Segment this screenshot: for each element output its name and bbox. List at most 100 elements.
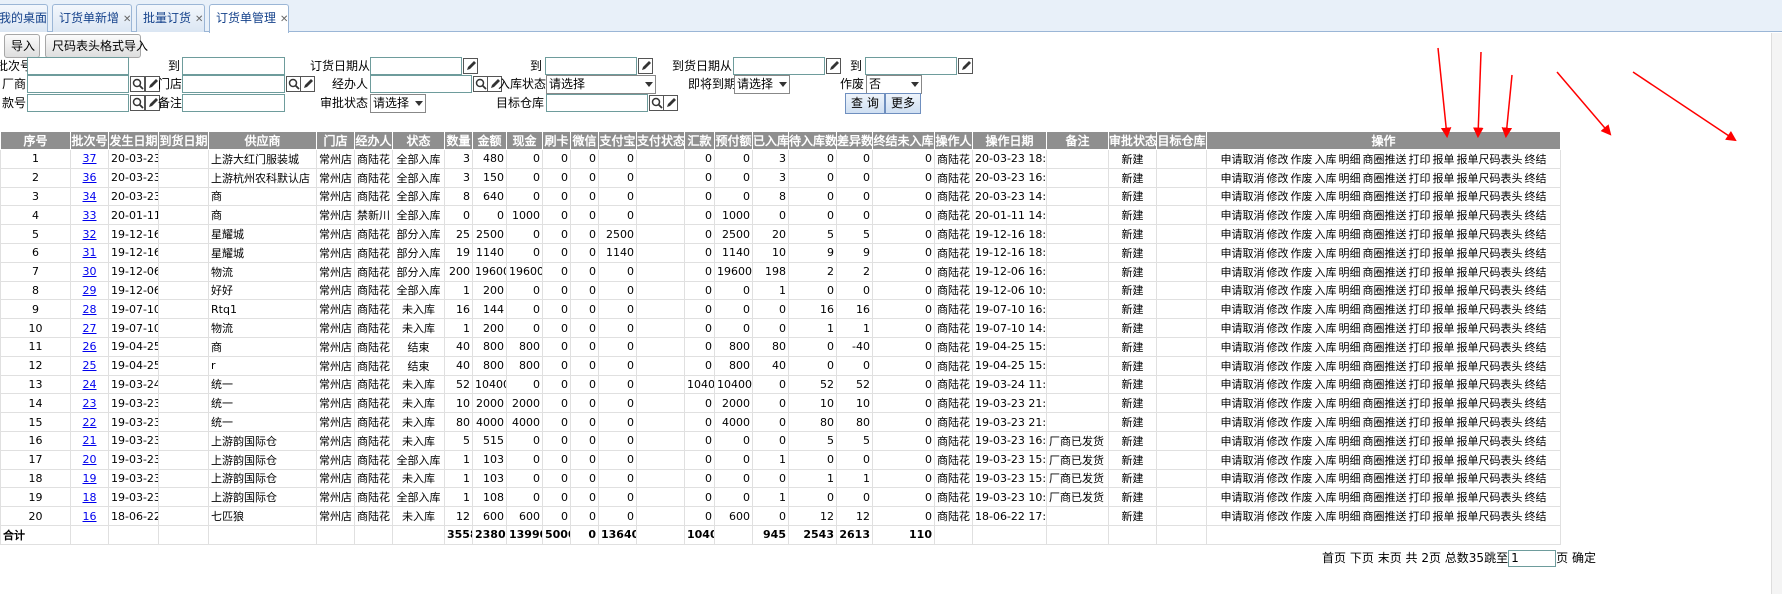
row-action-7[interactable]: 报单 [1433, 322, 1455, 335]
row-action-7[interactable]: 报单 [1433, 341, 1455, 354]
row-action-6[interactable]: 打印 [1409, 435, 1431, 448]
row-action-6[interactable]: 打印 [1409, 378, 1431, 391]
row-action-8[interactable]: 报单尺码表头 [1457, 322, 1523, 335]
search-icon[interactable] [130, 76, 145, 92]
row-action-1[interactable]: 修改 [1267, 190, 1289, 203]
row-action-7[interactable]: 报单 [1433, 247, 1455, 260]
row-action-5[interactable]: 商圈推送 [1363, 284, 1407, 297]
row-action-4[interactable]: 明细 [1339, 472, 1361, 485]
row-action-0[interactable]: 申请取消 [1221, 491, 1265, 504]
row-action-3[interactable]: 入库 [1315, 454, 1337, 467]
row-action-2[interactable]: 作废 [1291, 454, 1313, 467]
tab-batch-order[interactable]: 批量订货 ✕ [136, 4, 205, 32]
table-row[interactable]: 12 25 19-04-25 r 常州店 商陆花 结束 40 800 800 0 0 0 0 800 40 0 0… [0, 355, 1561, 376]
target-wh-input[interactable] [546, 94, 648, 112]
row-action-1[interactable]: 修改 [1267, 416, 1289, 429]
confirm-button[interactable]: 确定 [1572, 551, 1596, 565]
in-status-select[interactable]: 请选择 [546, 75, 656, 94]
row-action-8[interactable]: 报单尺码表头 [1457, 472, 1523, 485]
row-action-3[interactable]: 入库 [1315, 190, 1337, 203]
row-action-1[interactable]: 修改 [1267, 153, 1289, 166]
row-action-0[interactable]: 申请取消 [1221, 303, 1265, 316]
row-action-9[interactable]: 终结 [1525, 416, 1547, 429]
row-action-3[interactable]: 入库 [1315, 303, 1337, 316]
row-action-9[interactable]: 终结 [1525, 341, 1547, 354]
size-header-import-button[interactable]: 尺码表头格式导入 [45, 34, 148, 58]
batch-no-link[interactable]: 29 [83, 284, 97, 297]
row-action-1[interactable]: 修改 [1267, 322, 1289, 335]
row-action-3[interactable]: 入库 [1315, 472, 1337, 485]
row-action-7[interactable]: 报单 [1433, 284, 1455, 297]
tab-order-manage[interactable]: 订货单管理 ✕ [209, 4, 289, 33]
row-action-2[interactable]: 作废 [1291, 190, 1313, 203]
row-action-2[interactable]: 作废 [1291, 266, 1313, 279]
row-action-9[interactable]: 终结 [1525, 247, 1547, 260]
batch-no-link[interactable]: 32 [83, 228, 97, 241]
row-action-7[interactable]: 报单 [1433, 228, 1455, 241]
close-icon[interactable]: ✕ [280, 14, 288, 25]
row-action-9[interactable]: 终结 [1525, 266, 1547, 279]
row-action-8[interactable]: 报单尺码表头 [1457, 153, 1523, 166]
row-action-5[interactable]: 商圈推送 [1363, 247, 1407, 260]
table-row[interactable]: 20 16 18-06-22 七匹狼 常州店 商陆花 未入库 12 600 600 0 0 0 0 600 0… [0, 506, 1561, 526]
row-action-4[interactable]: 明细 [1339, 491, 1361, 504]
batch-no-link[interactable]: 23 [83, 397, 97, 410]
row-action-0[interactable]: 申请取消 [1221, 454, 1265, 467]
row-action-6[interactable]: 打印 [1409, 190, 1431, 203]
row-action-8[interactable]: 报单尺码表头 [1457, 266, 1523, 279]
row-action-0[interactable]: 申请取消 [1221, 190, 1265, 203]
row-action-3[interactable]: 入库 [1315, 360, 1337, 373]
row-action-9[interactable]: 终结 [1525, 510, 1547, 523]
row-action-9[interactable]: 终结 [1525, 209, 1547, 222]
table-row[interactable]: 17 20 19-03-23 上游韵国际仓 常州店 商陆花 全部入库 1 103 0 0 0 0 0 0 1 0… [0, 449, 1561, 470]
row-action-9[interactable]: 终结 [1525, 228, 1547, 241]
row-action-1[interactable]: 修改 [1267, 209, 1289, 222]
row-action-4[interactable]: 明细 [1339, 228, 1361, 241]
batch-no-link[interactable]: 34 [83, 190, 97, 203]
row-action-6[interactable]: 打印 [1409, 153, 1431, 166]
row-action-1[interactable]: 修改 [1267, 284, 1289, 297]
row-action-1[interactable]: 修改 [1267, 510, 1289, 523]
row-action-0[interactable]: 申请取消 [1221, 435, 1265, 448]
row-action-3[interactable]: 入库 [1315, 435, 1337, 448]
row-action-1[interactable]: 修改 [1267, 360, 1289, 373]
row-action-0[interactable]: 申请取消 [1221, 209, 1265, 222]
row-action-3[interactable]: 入库 [1315, 153, 1337, 166]
row-action-8[interactable]: 报单尺码表头 [1457, 435, 1523, 448]
batch-no-input[interactable] [27, 57, 129, 75]
search-icon[interactable] [649, 95, 664, 111]
row-action-2[interactable]: 作废 [1291, 284, 1313, 297]
date-picker-icon[interactable] [958, 58, 973, 74]
row-action-1[interactable]: 修改 [1267, 266, 1289, 279]
order-date-from-input[interactable] [370, 57, 462, 75]
row-action-7[interactable]: 报单 [1433, 190, 1455, 203]
row-action-0[interactable]: 申请取消 [1221, 284, 1265, 297]
table-row[interactable]: 18 19 19-03-23 上游韵国际仓 常州店 商陆花 未入库 1 103 0 0 0 0 0 0 0 1 1… [0, 468, 1561, 489]
row-action-2[interactable]: 作废 [1291, 416, 1313, 429]
row-action-6[interactable]: 打印 [1409, 284, 1431, 297]
row-action-4[interactable]: 明细 [1339, 322, 1361, 335]
row-action-6[interactable]: 打印 [1409, 510, 1431, 523]
row-action-1[interactable]: 修改 [1267, 228, 1289, 241]
batch-no-link[interactable]: 25 [83, 359, 97, 372]
search-icon[interactable] [473, 76, 488, 92]
row-action-7[interactable]: 报单 [1433, 172, 1455, 185]
row-action-4[interactable]: 明细 [1339, 172, 1361, 185]
row-action-8[interactable]: 报单尺码表头 [1457, 397, 1523, 410]
last-page-link[interactable]: 末页 [1378, 551, 1402, 565]
edit-icon[interactable] [663, 95, 678, 111]
row-action-2[interactable]: 作废 [1291, 209, 1313, 222]
row-action-9[interactable]: 终结 [1525, 172, 1547, 185]
row-action-4[interactable]: 明细 [1339, 341, 1361, 354]
row-action-9[interactable]: 终结 [1525, 397, 1547, 410]
row-action-1[interactable]: 修改 [1267, 303, 1289, 316]
void-select[interactable]: 否 [866, 75, 922, 94]
row-action-6[interactable]: 打印 [1409, 172, 1431, 185]
row-action-0[interactable]: 申请取消 [1221, 397, 1265, 410]
order-date-to-input[interactable] [545, 57, 637, 75]
row-action-5[interactable]: 商圈推送 [1363, 397, 1407, 410]
row-action-7[interactable]: 报单 [1433, 472, 1455, 485]
row-action-7[interactable]: 报单 [1433, 491, 1455, 504]
row-action-9[interactable]: 终结 [1525, 435, 1547, 448]
tab-my-desktop[interactable]: 我的桌面 [0, 4, 48, 32]
